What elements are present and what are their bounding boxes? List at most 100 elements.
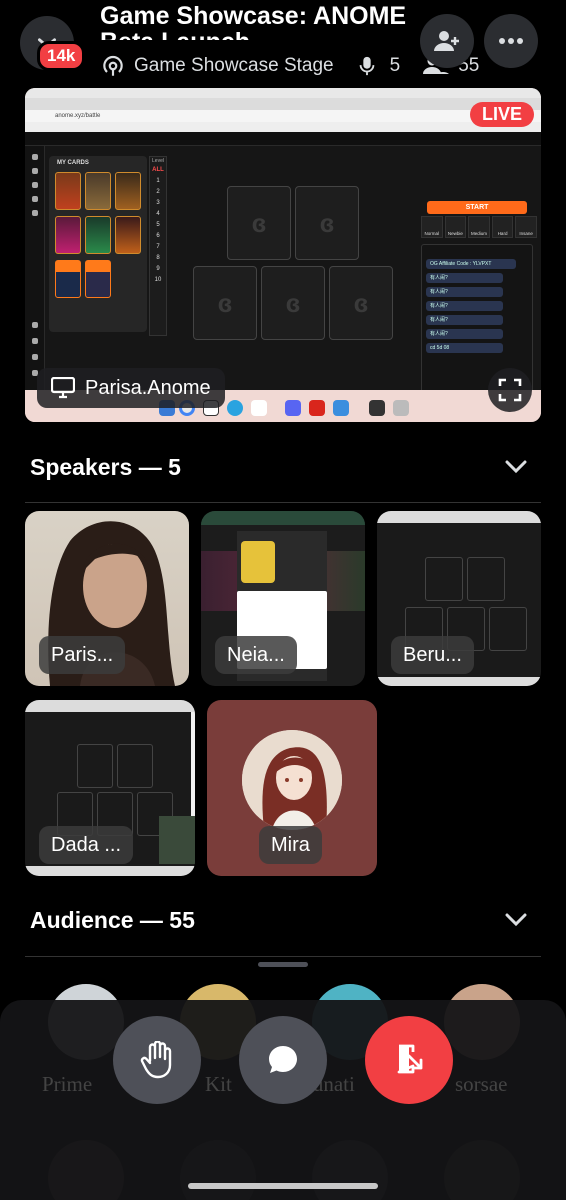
leave-stage-button[interactable] (365, 1016, 453, 1104)
webcam-overlay (159, 816, 195, 864)
mac-menu-bar (25, 88, 541, 98)
chat-message: 有人闹? (426, 301, 503, 311)
chat-message: cd 5d 08 (426, 343, 503, 353)
card-slot: ɞ (227, 186, 291, 260)
divider (25, 502, 541, 503)
mode-item: Insane (515, 216, 537, 238)
fullscreen-button[interactable] (488, 368, 532, 412)
speaker-tile[interactable]: Dada ... (25, 700, 195, 876)
level-item: 1 (156, 178, 160, 184)
card (55, 260, 81, 298)
mode-item: Newbie (444, 216, 467, 238)
chevron-down-icon (505, 913, 527, 927)
audience-name: Kit (205, 1072, 232, 1096)
app-icon (369, 400, 385, 416)
speaker-name: Beru... (391, 636, 474, 674)
more-dots-icon (499, 38, 523, 44)
stage-title-continuation: Beta Launch (100, 28, 300, 40)
stage-broadcast-icon (103, 55, 123, 76)
acrobat-icon (309, 400, 325, 416)
level-item: 6 (156, 233, 160, 239)
sheet-drag-handle[interactable] (258, 962, 308, 967)
discord-icon (285, 400, 301, 416)
add-person-icon (434, 31, 459, 51)
speakers-collapse-toggle[interactable] (502, 453, 530, 481)
anime-avatar-image (242, 730, 342, 830)
chat-message: 有人闹? (426, 315, 503, 325)
speaker-count: 5 (389, 55, 401, 76)
level-item: 7 (156, 244, 160, 250)
chatgpt-icon (251, 400, 267, 416)
game-sidebar (25, 146, 45, 390)
level-label: Level (152, 158, 164, 164)
leave-stage-icon (397, 1044, 423, 1074)
invite-button[interactable] (420, 14, 474, 68)
browser-url-bar: anome.xyz/battle (25, 110, 541, 122)
stage-name: Game Showcase Stage (134, 55, 334, 76)
trash-icon (393, 400, 409, 416)
card-slot: ɞ (261, 266, 325, 340)
card (55, 172, 81, 210)
home-indicator[interactable] (188, 1183, 378, 1189)
card (85, 260, 111, 298)
divider (25, 956, 541, 957)
speakers-header: Speakers — 5 (30, 454, 181, 480)
raise-hand-button[interactable] (113, 1016, 201, 1104)
fullscreen-icon (498, 378, 522, 402)
speaker-name: Paris... (39, 636, 126, 674)
speaker-name: Dada ... (39, 826, 134, 864)
browser-tabs (25, 98, 541, 110)
card-slot: ɞ (193, 266, 257, 340)
monitor-icon (51, 377, 75, 399)
speaker-tile[interactable]: Paris... (25, 511, 189, 686)
level-filter: Level ALL 1 2 3 4 5 6 7 8 9 10 (149, 156, 167, 336)
chat-bubble-icon (269, 1046, 297, 1073)
level-all: ALL (152, 167, 164, 173)
card (115, 216, 141, 254)
stage-info-row: Game Showcase Stage 5 55 (100, 52, 479, 80)
audience-header: Audience — 55 (30, 907, 195, 933)
mic-icon (359, 56, 374, 76)
presenter-name: Parisa.Anome (85, 376, 211, 399)
chat-message: 有人闹? (426, 329, 503, 339)
card-slot: ɞ (295, 186, 359, 260)
presenter-label: Parisa.Anome (37, 368, 225, 408)
game-topbar (25, 132, 541, 146)
speaker-name: Neia... (215, 636, 297, 674)
mode-item: Medium (468, 216, 490, 238)
my-cards-label: MY CARDS (57, 160, 89, 166)
audience-name: sorsae (455, 1072, 508, 1096)
surfshark-icon (333, 400, 349, 416)
card (85, 172, 111, 210)
game-app: MY CARDS Level ALL 1 2 3 4 5 6 7 8 9 10 … (25, 132, 541, 422)
chat-button[interactable] (239, 1016, 327, 1104)
speaker-tile[interactable]: Mira (207, 700, 377, 876)
speaker-name: Mira (259, 826, 322, 864)
hand-icon (140, 1041, 172, 1079)
chevron-down-icon (505, 460, 527, 474)
speaker-tile[interactable]: Neia... (201, 511, 365, 686)
avatar (242, 730, 342, 830)
more-options-button[interactable] (484, 14, 538, 68)
card (85, 216, 111, 254)
level-item: 3 (156, 200, 160, 206)
chat-message: 有人闹? (426, 273, 503, 283)
audience-name: Prime (42, 1072, 93, 1096)
speaker-tile[interactable]: Beru... (377, 511, 541, 686)
card (55, 216, 81, 254)
chat-message: 有人闹? (426, 287, 503, 297)
difficulty-modes: Normal Newbie Medium Hard Insane (421, 216, 537, 238)
chat-message: OG Affiliate Code : YLVPXT (426, 259, 517, 269)
browser-bookmarks-bar (25, 122, 541, 132)
card-slot: ɞ (329, 266, 393, 340)
notification-badge: 14k (37, 41, 86, 71)
mode-item: Hard (491, 216, 514, 238)
level-item: 4 (156, 211, 160, 217)
level-item: 8 (156, 255, 160, 261)
audience-collapse-toggle[interactable] (502, 906, 530, 934)
level-item: 2 (156, 189, 160, 195)
start-button: START (427, 201, 527, 214)
mode-item: Normal (421, 216, 443, 238)
level-item: 10 (154, 277, 162, 283)
card (115, 172, 141, 210)
